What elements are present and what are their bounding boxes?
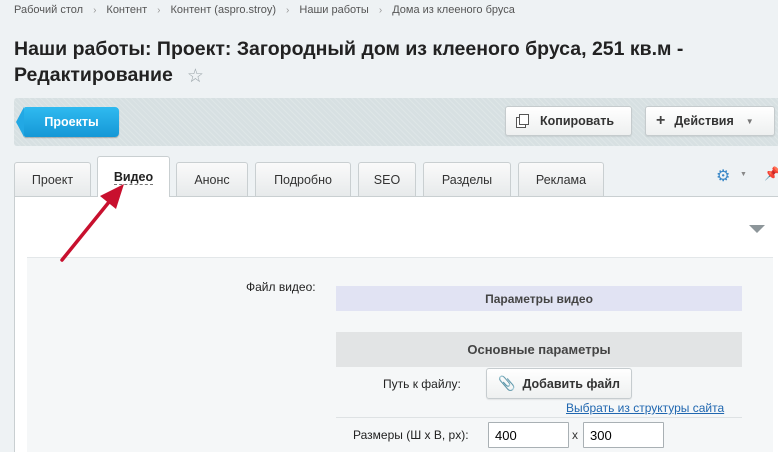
breadcrumb-item-content-aspro[interactable]: Контент (aspro.stroy) (171, 4, 277, 16)
copy-button[interactable]: Копировать (505, 106, 632, 136)
tab-label: Видео (113, 169, 154, 185)
tab-project[interactable]: Проект (14, 162, 91, 196)
plus-icon: + (656, 112, 666, 129)
collapse-icon[interactable] (749, 225, 765, 233)
pin-icon[interactable]: 📌 (764, 166, 778, 182)
tab-details[interactable]: Подробно (255, 162, 351, 196)
breadcrumb-item-our-works[interactable]: Наши работы (299, 4, 368, 16)
copy-button-label: Копировать (540, 114, 615, 128)
tab-label: Проект (31, 172, 74, 187)
actions-button-label: Действия (674, 114, 734, 128)
copy-icon (516, 114, 530, 128)
video-form: Файл видео: Параметры видео Основные пар… (27, 257, 773, 452)
tab-announce[interactable]: Анонс (176, 162, 248, 196)
tab-advertising[interactable]: Реклама (518, 162, 604, 196)
breadcrumb-separator-icon: › (378, 4, 383, 16)
breadcrumb-separator-icon: › (286, 4, 290, 16)
video-params-header: Параметры видео (336, 286, 742, 311)
tab-label: Подробно (274, 172, 332, 187)
tab-label: SEO (373, 172, 401, 187)
size-label: Размеры (Ш х В, px): (353, 428, 469, 442)
gear-icon[interactable]: ⚙ (716, 166, 730, 186)
times-sign: x (572, 428, 578, 442)
page-title: Наши работы: Проект: Загородный дом из к… (14, 36, 778, 90)
chevron-down-icon: ▼ (745, 116, 754, 126)
breadcrumb-separator-icon: › (93, 4, 97, 16)
page-title-text: Наши работы: Проект: Загородный дом из к… (14, 38, 684, 86)
select-from-site-structure-link[interactable]: Выбрать из структуры сайта (566, 401, 724, 415)
breadcrumb: Рабочий стол › Контент › Контент (aspro.… (14, 4, 515, 16)
tab-label: Реклама (535, 172, 587, 187)
tab-seo[interactable]: SEO (358, 162, 416, 196)
tab-label: Разделы (441, 172, 493, 187)
tab-bar: Проект Видео Анонс Подробно SEO Разделы … (14, 156, 778, 197)
toolbar: Проекты Копировать + Действия ▼ (14, 98, 778, 146)
tab-content-panel: Файл видео: Параметры видео Основные пар… (14, 196, 778, 452)
paperclip-icon: 📎 (498, 375, 516, 391)
tab-video[interactable]: Видео (97, 156, 170, 197)
breadcrumb-separator-icon: › (157, 4, 161, 16)
projects-button-label: Проекты (44, 115, 99, 129)
tab-sections[interactable]: Разделы (423, 162, 511, 196)
actions-button[interactable]: + Действия ▼ (645, 106, 775, 136)
video-file-label: Файл видео: (246, 280, 316, 294)
chevron-down-icon[interactable]: ▼ (740, 171, 747, 178)
file-path-label: Путь к файлу: (383, 377, 461, 391)
row-divider (336, 417, 742, 418)
add-file-button[interactable]: 📎 Добавить файл (486, 368, 632, 399)
star-icon[interactable]: ☆ (187, 64, 204, 90)
basic-params-header: Основные параметры (336, 332, 742, 367)
breadcrumb-item-desktop[interactable]: Рабочий стол (14, 4, 83, 16)
breadcrumb-item-content[interactable]: Контент (106, 4, 147, 16)
height-input[interactable] (583, 422, 664, 448)
width-input[interactable] (488, 422, 569, 448)
add-file-label: Добавить файл (522, 376, 620, 391)
tab-label: Анонс (194, 172, 230, 187)
projects-back-button[interactable]: Проекты (16, 107, 119, 137)
breadcrumb-item-houses[interactable]: Дома из клееного бруса (392, 4, 515, 16)
